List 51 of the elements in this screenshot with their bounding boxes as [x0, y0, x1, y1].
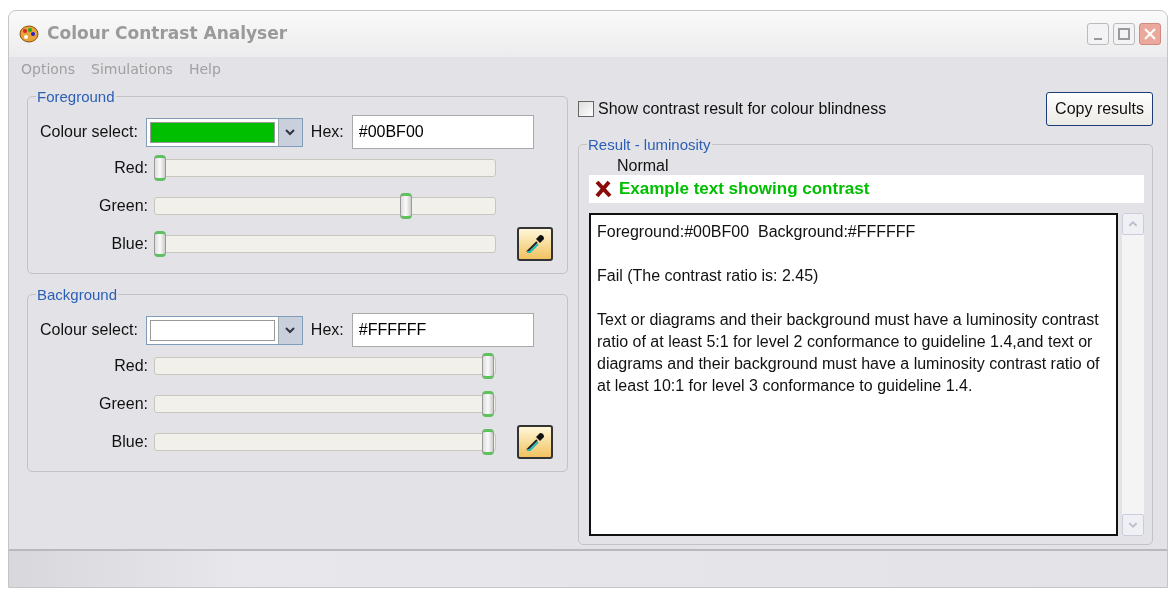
slider-thumb[interactable] [482, 429, 494, 455]
slider-track[interactable] [154, 429, 496, 455]
close-button[interactable] [1139, 23, 1161, 45]
slider-track[interactable] [154, 391, 496, 417]
eyedropper-icon [524, 233, 546, 255]
scrollbar[interactable] [1122, 213, 1144, 536]
example-text: Example text showing contrast [619, 178, 870, 201]
result-caption: Normal [616, 157, 670, 175]
maximize-button[interactable] [1113, 23, 1135, 45]
result-paragraph: Text or diagrams and their background must have a luminosity contrast ratio of at least 5:1 for level 2 conformance to guideline 1.4,and text or diagrams and their background must have a luminosity contrast ratio of at least 10:1 for level 3 conformance to guideline 1.4. [597, 310, 1101, 396]
slider-label: Blue: [110, 432, 149, 452]
slider-thumb[interactable] [400, 193, 412, 219]
slider-thumb[interactable] [154, 155, 166, 181]
result-paragraph: Foreground:#00BF00 Background:#FFFFFF [597, 222, 917, 242]
caret-icon [285, 326, 296, 334]
slider-thumb[interactable] [154, 231, 166, 257]
slider-thumb[interactable] [482, 391, 494, 417]
field-label: Colour select: [40, 122, 138, 142]
result-paragraph: Fail (The contrast ratio is: 2.45) [597, 266, 820, 286]
hex-field[interactable]: #FFFFFF [351, 313, 534, 347]
slider-track[interactable] [154, 353, 496, 379]
field-label: Colour select: [40, 320, 138, 340]
eyedropper-button[interactable] [517, 425, 553, 459]
slider-label: Red: [113, 356, 149, 376]
slider-label: Green: [98, 394, 149, 414]
close-icon [1144, 28, 1156, 40]
slider-label: Blue: [110, 234, 149, 254]
field-label: Hex: [310, 320, 344, 340]
minimize-button[interactable] [1087, 23, 1109, 45]
colour-dropdown[interactable] [145, 117, 303, 147]
window-title: Colour Contrast Analyser [47, 22, 288, 46]
eyedropper-icon [524, 431, 546, 453]
caret-icon [285, 128, 296, 136]
slider-track[interactable] [154, 155, 496, 181]
slider-label: Red: [113, 158, 149, 178]
copy-results-button[interactable]: Copy results [1046, 92, 1153, 126]
checkbox-label[interactable]: Show contrast result for colour blindness [598, 97, 887, 121]
palette-icon [19, 25, 39, 43]
eyedropper-button[interactable] [517, 227, 553, 261]
scroll-up-icon[interactable] [1122, 213, 1144, 235]
checkbox[interactable] [578, 101, 594, 117]
slider-track[interactable] [154, 193, 496, 219]
slider-track[interactable] [154, 231, 496, 257]
colour-dropdown[interactable] [145, 315, 303, 345]
scroll-down-icon[interactable] [1122, 514, 1144, 536]
field-label: Hex: [310, 122, 344, 142]
slider-thumb[interactable] [482, 353, 494, 379]
minimize-icon [1094, 38, 1102, 40]
slider-label: Green: [98, 196, 149, 216]
hex-field[interactable]: #00BF00 [351, 115, 534, 149]
maximize-icon [1118, 28, 1130, 40]
